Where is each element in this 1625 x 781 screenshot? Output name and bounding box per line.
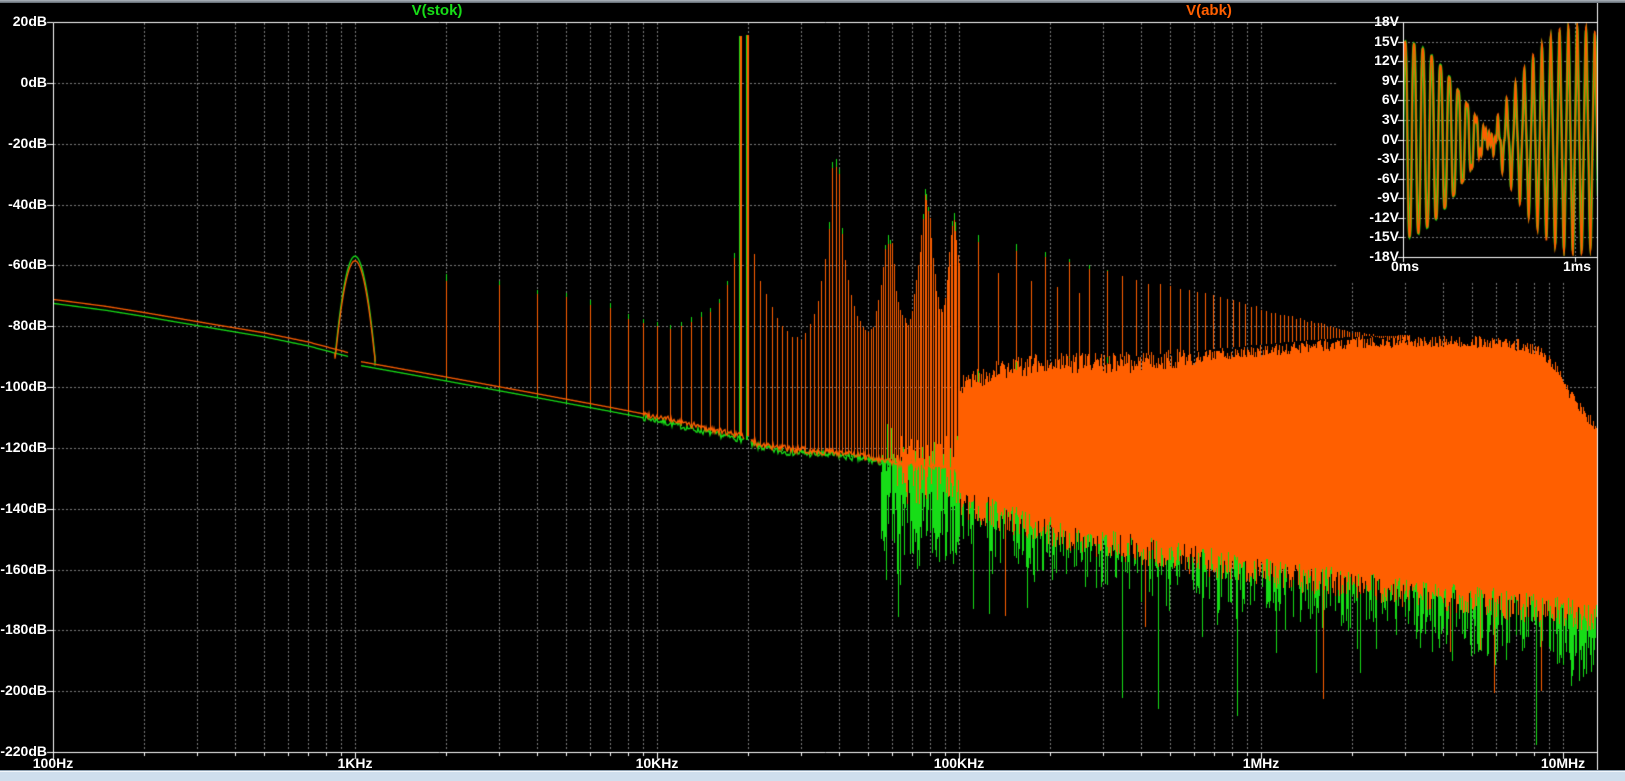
fft-y-tick-label: -120dB xyxy=(0,439,47,455)
trace-label-vabk[interactable]: V(abk) xyxy=(1186,2,1232,19)
fft-y-tick-label: -100dB xyxy=(0,378,47,394)
ltspice-waveform-window: V(stok) V(abk) 20dB 0dB -20dB -40dB -60dB -80… xyxy=(0,0,1625,781)
window-top-edge xyxy=(0,0,1625,3)
fft-y-tick-label: -40dB xyxy=(8,196,47,212)
fft-y-tick-label: -160dB xyxy=(0,561,47,577)
fft-y-tick-label: -20dB xyxy=(8,135,47,151)
fft-y-tick-label: -60dB xyxy=(8,256,47,272)
fft-y-tick-label: -200dB xyxy=(0,682,47,698)
fft-y-tick-label: 20dB xyxy=(12,13,47,29)
inset-y-tick-label: -6V xyxy=(1377,170,1399,186)
inset-x-tick-label: 1ms xyxy=(1562,258,1592,274)
inset-y-tick-label: -3V xyxy=(1377,150,1399,166)
fft-y-tick-label: -80dB xyxy=(8,317,47,333)
inset-x-tick-label: 0ms xyxy=(1390,258,1420,274)
fft-y-tick-label: -140dB xyxy=(0,500,47,516)
fft-y-tick-label: 0dB xyxy=(20,74,47,90)
trace-label-vstok[interactable]: V(stok) xyxy=(412,2,463,19)
inset-y-tick-label: 6V xyxy=(1381,91,1399,107)
inset-y-tick-label: 3V xyxy=(1381,111,1399,127)
status-strip xyxy=(0,770,1625,781)
inset-y-tick-label: 18V xyxy=(1374,13,1399,29)
inset-y-tick-label: 15V xyxy=(1374,33,1399,49)
inset-y-tick-label: 9V xyxy=(1381,72,1399,88)
inset-y-tick-label: -12V xyxy=(1369,209,1399,225)
inset-y-tick-label: -9V xyxy=(1377,189,1399,205)
inset-y-tick-label: 12V xyxy=(1374,52,1399,68)
fft-y-tick-label: -180dB xyxy=(0,621,47,637)
inset-y-tick-label: -15V xyxy=(1369,228,1399,244)
inset-y-tick-label: 0V xyxy=(1381,131,1399,147)
